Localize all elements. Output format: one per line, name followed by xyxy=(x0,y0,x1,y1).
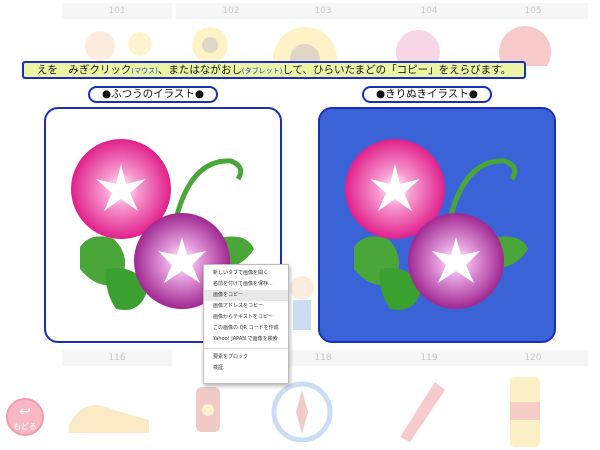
cutout-illustration-card[interactable] xyxy=(318,107,556,343)
grid-number-116: 116 xyxy=(62,350,172,366)
menu-item-copy-image[interactable]: 画像をコピー xyxy=(204,290,288,301)
faded-red-flower-illustration[interactable] xyxy=(490,24,560,66)
faded-morning-glory-illustration[interactable] xyxy=(378,24,458,66)
menu-item-copy-image-address[interactable]: 画像アドレスをコピー xyxy=(204,301,288,312)
menu-item-create-qr-code[interactable]: この画像の QR コードを作成 xyxy=(204,323,288,334)
grid-number-120: 120 xyxy=(478,350,588,366)
context-menu: 新しいタブで画像を開く 名前を付けて画像を保存... 画像をコピー 画像アドレス… xyxy=(203,264,289,384)
back-button-label: もどる xyxy=(13,422,37,431)
menu-separator xyxy=(204,348,288,349)
normal-illustration-label: ●ふつうのイラスト● xyxy=(88,86,218,103)
back-arrow-icon: ↩ xyxy=(19,404,31,420)
instruction-banner: えを みぎクリック(マウス)、またはながおし(タブレット)して、ひらいたまどの「… xyxy=(22,61,526,79)
grid-number-105: 105 xyxy=(478,3,588,19)
cutout-illustration-label: ●きりぬきイラスト● xyxy=(362,86,492,103)
grid-number-104: 104 xyxy=(374,3,484,19)
menu-item-block-element[interactable]: 要素をブロック xyxy=(204,352,288,363)
menu-item-open-in-new-tab[interactable]: 新しいタブで画像を開く xyxy=(204,268,288,279)
grid-number-119: 119 xyxy=(374,350,484,366)
faded-shoes-illustration[interactable] xyxy=(64,385,154,440)
grid-number-103: 103 xyxy=(268,3,378,19)
menu-item-save-image-as[interactable]: 名前を付けて画像を保存... xyxy=(204,279,288,290)
menu-item-copy-text-from-image[interactable]: 画像からテキストをコピー xyxy=(204,312,288,323)
back-button[interactable]: ↩ もどる xyxy=(6,398,44,436)
instruction-text-3: して、ひらいたまどの「コピー」をえらびます。 xyxy=(282,64,512,76)
instruction-mouse-note: (マウス) xyxy=(131,67,158,75)
faded-character-illustration[interactable] xyxy=(60,26,170,66)
instruction-tablet-note: (タブレット) xyxy=(241,67,283,75)
morning-glory-cutout-illustration[interactable] xyxy=(330,119,544,331)
menu-item-search-image[interactable]: Yahoo! JAPAN で画像を検索 xyxy=(204,334,288,345)
instruction-text-2: 、またはながおし xyxy=(157,64,242,76)
faded-sunflower-illustration[interactable] xyxy=(185,24,235,66)
faded-pencil-illustration[interactable] xyxy=(390,372,450,442)
faded-bug-spray-illustration[interactable] xyxy=(500,372,550,447)
grid-number-101: 101 xyxy=(62,3,172,19)
faded-child-illustration[interactable] xyxy=(285,270,320,340)
menu-item-inspect[interactable]: 検証 xyxy=(204,363,288,374)
faded-large-sunflower-illustration[interactable] xyxy=(270,24,340,66)
instruction-text-1: えを みぎクリック xyxy=(36,64,132,76)
